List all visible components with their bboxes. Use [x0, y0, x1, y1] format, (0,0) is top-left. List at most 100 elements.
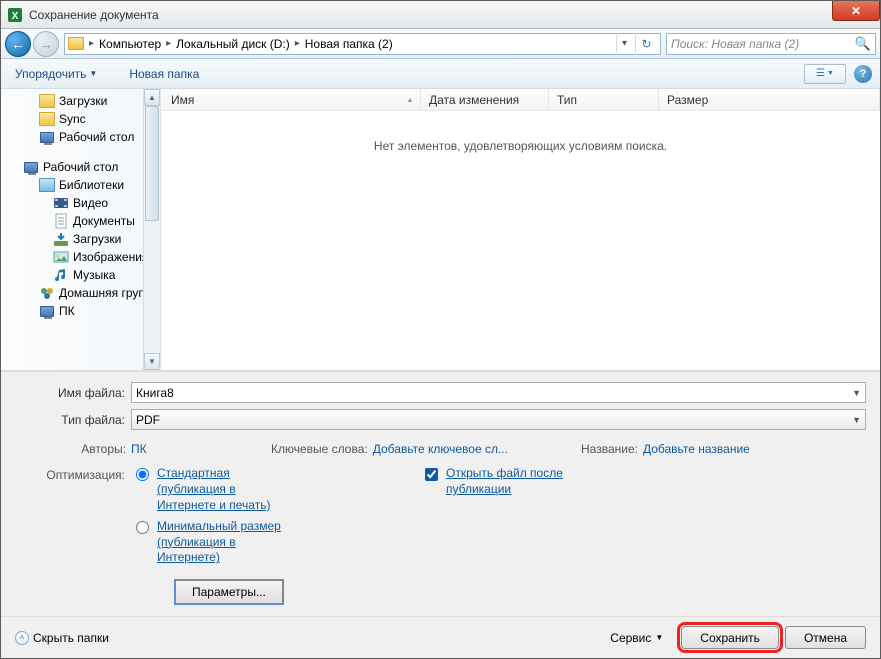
- arrow-left-icon: ←: [11, 36, 25, 52]
- cancel-button[interactable]: Отмена: [785, 626, 866, 649]
- nav-back-button[interactable]: ←: [5, 31, 31, 57]
- filetype-label: Тип файла:: [15, 413, 131, 427]
- filetype-select[interactable]: PDF▼: [131, 409, 866, 430]
- column-headers: Имя▴ Дата изменения Тип Размер: [161, 89, 880, 111]
- save-options-panel: Имя файла: Книга8▼ Тип файла: PDF▼ Автор…: [1, 371, 880, 616]
- video-icon: [53, 196, 69, 210]
- new-folder-button[interactable]: Новая папка: [123, 63, 205, 85]
- hide-folders-button[interactable]: ˄ Скрыть папки: [15, 631, 109, 645]
- save-dialog-window: X Сохранение документа ✕ ← → ▸ Компьютер…: [0, 0, 881, 659]
- doc-title-value[interactable]: Добавьте название: [643, 442, 750, 456]
- radio-minimum[interactable]: Минимальный размер (публикация в Интерне…: [131, 519, 281, 566]
- folder-icon: [39, 94, 55, 108]
- tree-item[interactable]: Документы: [3, 212, 160, 230]
- organize-button[interactable]: Упорядочить▼: [9, 63, 103, 85]
- close-button[interactable]: ✕: [832, 1, 880, 21]
- chevron-icon: ▸: [87, 38, 96, 49]
- refresh-button[interactable]: ↻: [635, 33, 657, 55]
- toolbar: Упорядочить▼ Новая папка ☰▼ ?: [1, 59, 880, 89]
- help-button[interactable]: ?: [854, 65, 872, 83]
- authors-label: Авторы:: [15, 442, 131, 456]
- dialog-footer: ˄ Скрыть папки Сервис▼ Сохранить Отмена: [1, 616, 880, 658]
- checkbox-open-after-input[interactable]: [425, 468, 438, 481]
- breadcrumb-item[interactable]: Локальный диск (D:): [173, 37, 293, 51]
- desktop-icon: [40, 132, 54, 143]
- optimize-label: Оптимизация:: [15, 466, 131, 482]
- sidebar-scrollbar[interactable]: ▲ ▼: [143, 89, 160, 370]
- tree-item[interactable]: Рабочий стол: [3, 128, 160, 146]
- scroll-thumb[interactable]: [145, 106, 159, 221]
- view-options-button[interactable]: ☰▼: [804, 64, 846, 84]
- filename-label: Имя файла:: [15, 386, 131, 400]
- computer-icon: [40, 306, 54, 317]
- tree-item[interactable]: Музыка: [3, 266, 160, 284]
- search-input[interactable]: Поиск: Новая папка (2) 🔍: [666, 33, 876, 55]
- tools-dropdown[interactable]: Сервис▼: [610, 631, 663, 645]
- app-icon: X: [7, 7, 23, 23]
- keywords-value[interactable]: Добавьте ключевое сл...: [373, 442, 508, 456]
- document-icon: [53, 214, 69, 228]
- chevron-down-icon: ▼: [852, 415, 861, 425]
- folder-icon: [68, 37, 84, 50]
- empty-message: Нет элементов, удовлетворяющих условиям …: [161, 111, 880, 181]
- file-list-area: Имя▴ Дата изменения Тип Размер Нет элеме…: [161, 89, 880, 370]
- tree-item[interactable]: Изображения: [3, 248, 160, 266]
- radio-minimum-input[interactable]: [136, 521, 149, 534]
- breadcrumb-item[interactable]: Компьютер: [96, 37, 164, 51]
- window-title: Сохранение документа: [29, 8, 159, 22]
- column-size[interactable]: Размер: [659, 89, 880, 110]
- help-icon: ?: [860, 68, 867, 80]
- checkbox-open-after[interactable]: Открыть файл после публикации: [421, 466, 576, 497]
- titlebar: X Сохранение документа ✕: [1, 1, 880, 29]
- dropdown-icon[interactable]: ▾: [616, 35, 632, 52]
- filename-input[interactable]: Книга8▼: [131, 382, 866, 403]
- radio-standard-input[interactable]: [136, 468, 149, 481]
- images-icon: [53, 250, 69, 264]
- column-type[interactable]: Тип: [549, 89, 659, 110]
- save-button[interactable]: Сохранить: [681, 626, 779, 649]
- column-name[interactable]: Имя▴: [161, 89, 421, 110]
- column-date[interactable]: Дата изменения: [421, 89, 549, 110]
- svg-text:X: X: [12, 11, 19, 22]
- tree-item[interactable]: Sync: [3, 110, 160, 128]
- tree-item-desktop[interactable]: Рабочий стол: [3, 158, 160, 176]
- chevron-icon: ▸: [293, 38, 302, 49]
- chevron-up-icon: ˄: [15, 631, 29, 645]
- desktop-icon: [24, 162, 38, 173]
- body-area: Загрузки Sync Рабочий стол Рабочий стол …: [1, 89, 880, 371]
- tree-item-pc[interactable]: ПК: [3, 302, 160, 320]
- homegroup-icon: [39, 286, 55, 300]
- chevron-down-icon: ▼: [89, 69, 97, 78]
- authors-value[interactable]: ПК: [131, 442, 147, 456]
- nav-bar: ← → ▸ Компьютер ▸ Локальный диск (D:) ▸ …: [1, 29, 880, 59]
- scroll-up-button[interactable]: ▲: [144, 89, 160, 106]
- address-bar[interactable]: ▸ Компьютер ▸ Локальный диск (D:) ▸ Нова…: [64, 33, 661, 55]
- folder-tree: Загрузки Sync Рабочий стол Рабочий стол …: [1, 89, 161, 370]
- tree-item-libraries[interactable]: Библиотеки: [3, 176, 160, 194]
- close-icon: ✕: [851, 4, 861, 18]
- libraries-icon: [39, 178, 55, 192]
- chevron-icon: ▸: [164, 38, 173, 49]
- tree-item[interactable]: Видео: [3, 194, 160, 212]
- chevron-down-icon: ▼: [852, 388, 861, 398]
- refresh-icon: ↻: [641, 37, 651, 51]
- doc-title-label: Название:: [581, 442, 643, 456]
- breadcrumb-item[interactable]: Новая папка (2): [302, 37, 396, 51]
- parameters-button[interactable]: Параметры...: [175, 580, 283, 604]
- search-icon: 🔍: [855, 36, 871, 52]
- tree-item[interactable]: Загрузки: [3, 92, 160, 110]
- tree-item[interactable]: Загрузки: [3, 230, 160, 248]
- search-placeholder: Поиск: Новая папка (2): [671, 37, 855, 51]
- music-icon: [53, 268, 69, 282]
- list-icon: ☰: [816, 68, 825, 79]
- radio-standard[interactable]: Стандартная (публикация в Интернете и пе…: [131, 466, 281, 513]
- scroll-down-button[interactable]: ▼: [144, 353, 160, 370]
- downloads-icon: [53, 232, 69, 246]
- nav-forward-button[interactable]: →: [33, 31, 59, 57]
- keywords-label: Ключевые слова:: [271, 442, 373, 456]
- tree-item-homegroup[interactable]: Домашняя групп: [3, 284, 160, 302]
- sort-asc-icon: ▴: [408, 95, 412, 104]
- chevron-down-icon: ▼: [827, 70, 834, 77]
- folder-icon: [39, 112, 55, 126]
- chevron-down-icon: ▼: [655, 633, 663, 642]
